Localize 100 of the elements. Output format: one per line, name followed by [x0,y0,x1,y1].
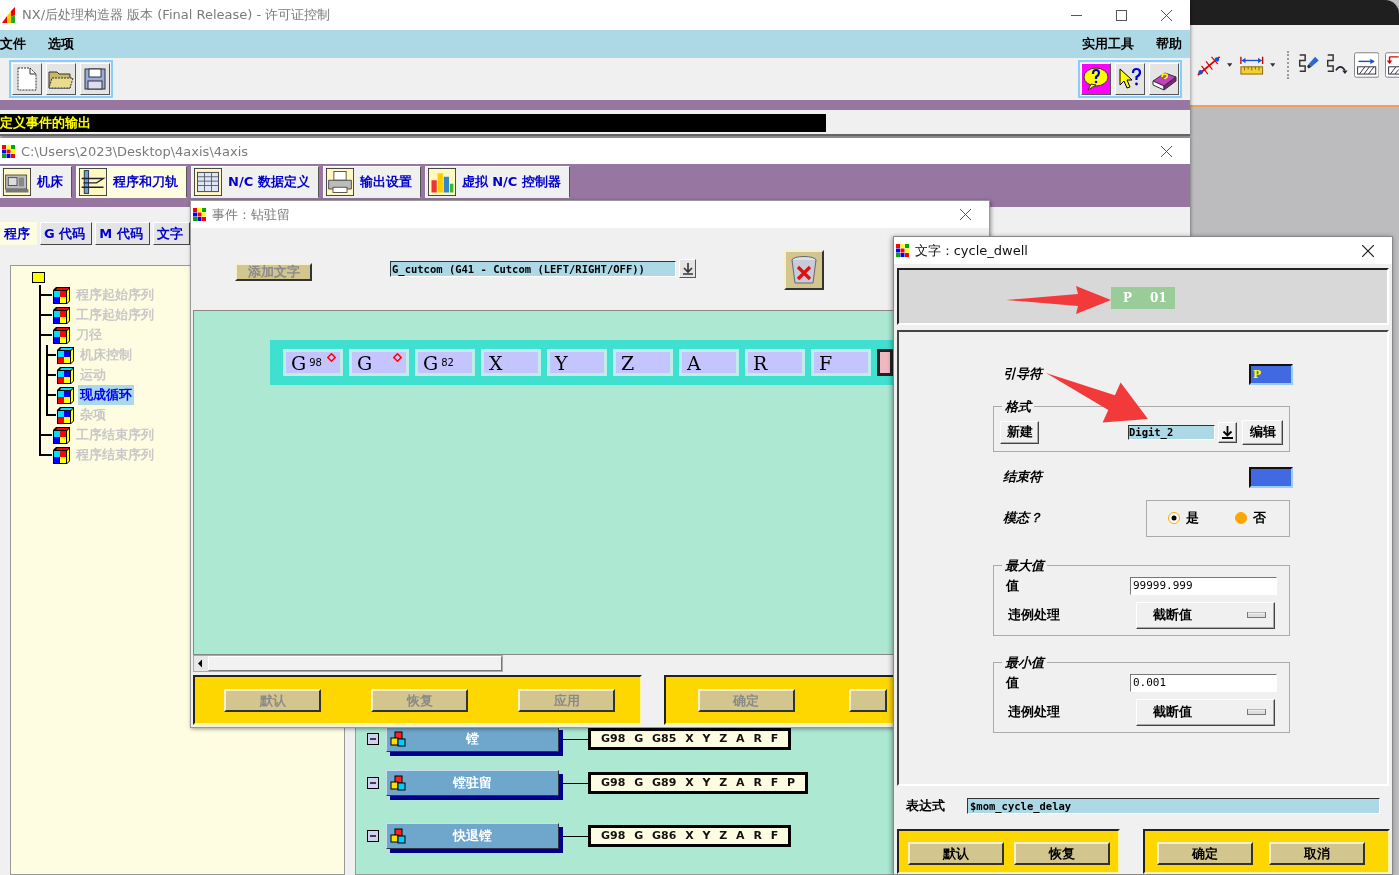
new-button[interactable]: 新建 [1000,420,1039,444]
tab[interactable]: 程序和刀轨 [76,166,187,199]
app-grid-icon [896,244,909,258]
tab[interactable]: G 代码 [40,222,93,245]
word-block[interactable]: Z [613,349,673,376]
trailer-field[interactable] [1249,466,1293,488]
close-icon[interactable] [1161,145,1172,157]
expression-field[interactable]: $mom_cycle_delay [967,798,1380,815]
tool-button[interactable] [1115,63,1145,95]
violation-label: 违例处理 [1008,606,1061,625]
down-arrow-icon [682,262,693,275]
app-grid-icon [2,144,15,158]
group-title: 最小值 [1004,655,1047,670]
dialog-button[interactable] [848,689,887,712]
app-logo-icon [2,7,16,23]
tool-button[interactable] [12,63,42,95]
violation-option-button[interactable]: 截断值 [1136,698,1275,726]
dropdown-button[interactable] [679,259,696,278]
violation-option-button[interactable]: 截断值 [1136,601,1275,629]
tool-button[interactable] [80,63,110,95]
caret-icon[interactable] [1269,63,1275,67]
dropdown-button[interactable] [1218,421,1237,443]
bar-chart-icon [427,168,456,197]
word-block[interactable]: F [811,349,871,376]
close-icon[interactable] [1161,9,1172,21]
value-field[interactable]: 99999.999 [1130,576,1277,595]
menu-item[interactable]: 实用工具 [1082,35,1142,53]
window-title: NX/后处理构造器 版本 (Final Release) - 许可证控制 [22,6,331,24]
value-label: 值 [1006,576,1020,595]
scrollbar-thumb[interactable] [208,656,502,671]
word-block[interactable] [877,349,893,376]
tool-button[interactable] [1081,63,1111,95]
tab[interactable]: 输出设置 [322,166,421,199]
trash-icon [790,255,818,285]
expression-label: 表达式 [906,797,946,816]
down-arrow-icon [1222,425,1233,439]
word-block[interactable]: X [481,349,541,376]
block-template[interactable]: G98 G G85 X Y Z A R F [588,728,792,750]
word-block[interactable]: R [745,349,805,376]
group-title: 最大值 [1004,558,1047,573]
cube-icon [57,366,74,384]
dialog-title: 事件 : 钻驻留 [212,205,290,224]
value-field[interactable]: 0.001 [1130,673,1277,692]
tab[interactable]: 虚拟 N/C 控制器 [424,166,570,199]
printer-icon [325,168,354,197]
tab[interactable]: 机床 [0,166,72,199]
delete-button[interactable] [784,250,824,290]
data-sheet-icon [194,168,222,197]
tool-button[interactable] [46,63,76,95]
hatch-arrow-icon[interactable] [1385,51,1399,79]
trailer-label: 结束符 [1003,468,1042,487]
leader-field[interactable]: P [1249,363,1293,385]
format-select-field[interactable]: Digit_2 [1128,424,1215,440]
maximize-icon[interactable] [1116,9,1127,21]
menu-item[interactable]: 帮助 [1156,35,1190,53]
tree-item[interactable]: 现成循环 [78,385,134,405]
radio-label[interactable]: 是 [1186,509,1199,528]
radio-icon[interactable] [1168,512,1180,525]
tool-path-icon [79,168,107,197]
cube-icon [53,326,70,344]
tab[interactable]: N/C 数据定义 [191,166,319,199]
dialog-button[interactable]: 默认 [908,842,1004,865]
menu-item[interactable]: 文件 [0,35,34,53]
dialog-button[interactable]: 恢复 [1014,842,1110,865]
ruler-icon[interactable] [1240,54,1264,76]
folder-icon [48,68,74,90]
window-title: C:\Users\2023\Desktop\4axis\4axis [21,143,249,159]
tab[interactable]: M 代码 [95,222,150,245]
close-icon[interactable] [960,209,971,220]
collapse-icon[interactable] [367,830,379,842]
scrollbar[interactable] [193,655,503,672]
word-block[interactable]: A [679,349,739,376]
value-label: 值 [1006,673,1020,692]
word-block[interactable]: Y [547,349,607,376]
block-template[interactable]: G98 G G89 X Y Z A R F P [588,772,809,794]
new-file-icon [17,67,37,91]
modal-label: 模态？ [1003,509,1042,528]
block-template[interactable]: G98 G G86 X Y Z A R F [588,825,792,847]
radio-label[interactable]: 否 [1253,509,1266,528]
dialog-button[interactable]: 确定 [1157,842,1253,865]
cube-cluster-icon [390,828,406,844]
close-icon[interactable] [1362,244,1374,257]
status-message: 定义事件的输出 [0,114,826,132]
word-block[interactable]: G [349,349,409,376]
dialog-button[interactable]: 取消 [1269,842,1365,865]
caret-icon[interactable] [1226,63,1232,67]
tab[interactable]: 文字 [152,222,190,245]
collapse-icon[interactable] [367,777,379,789]
dialog-title: 文字 : cycle_dwell [915,241,1028,260]
tab[interactable]: 程序 [0,222,37,245]
leader-label: 引导符 [1003,365,1042,384]
menu-item[interactable]: 选项 [48,35,82,53]
cube-icon [53,306,70,324]
edit-button[interactable]: 编辑 [1242,419,1283,445]
word-select-field[interactable]: G_cutcom (G41 - Cutcom (LEFT/RIGHT/OFF)) [390,261,676,277]
collapse-icon[interactable] [367,733,379,745]
machine-tool-icon [3,168,31,197]
cube-icon [53,426,70,444]
radio-icon[interactable] [1235,512,1247,525]
tool-button[interactable] [1149,63,1179,95]
